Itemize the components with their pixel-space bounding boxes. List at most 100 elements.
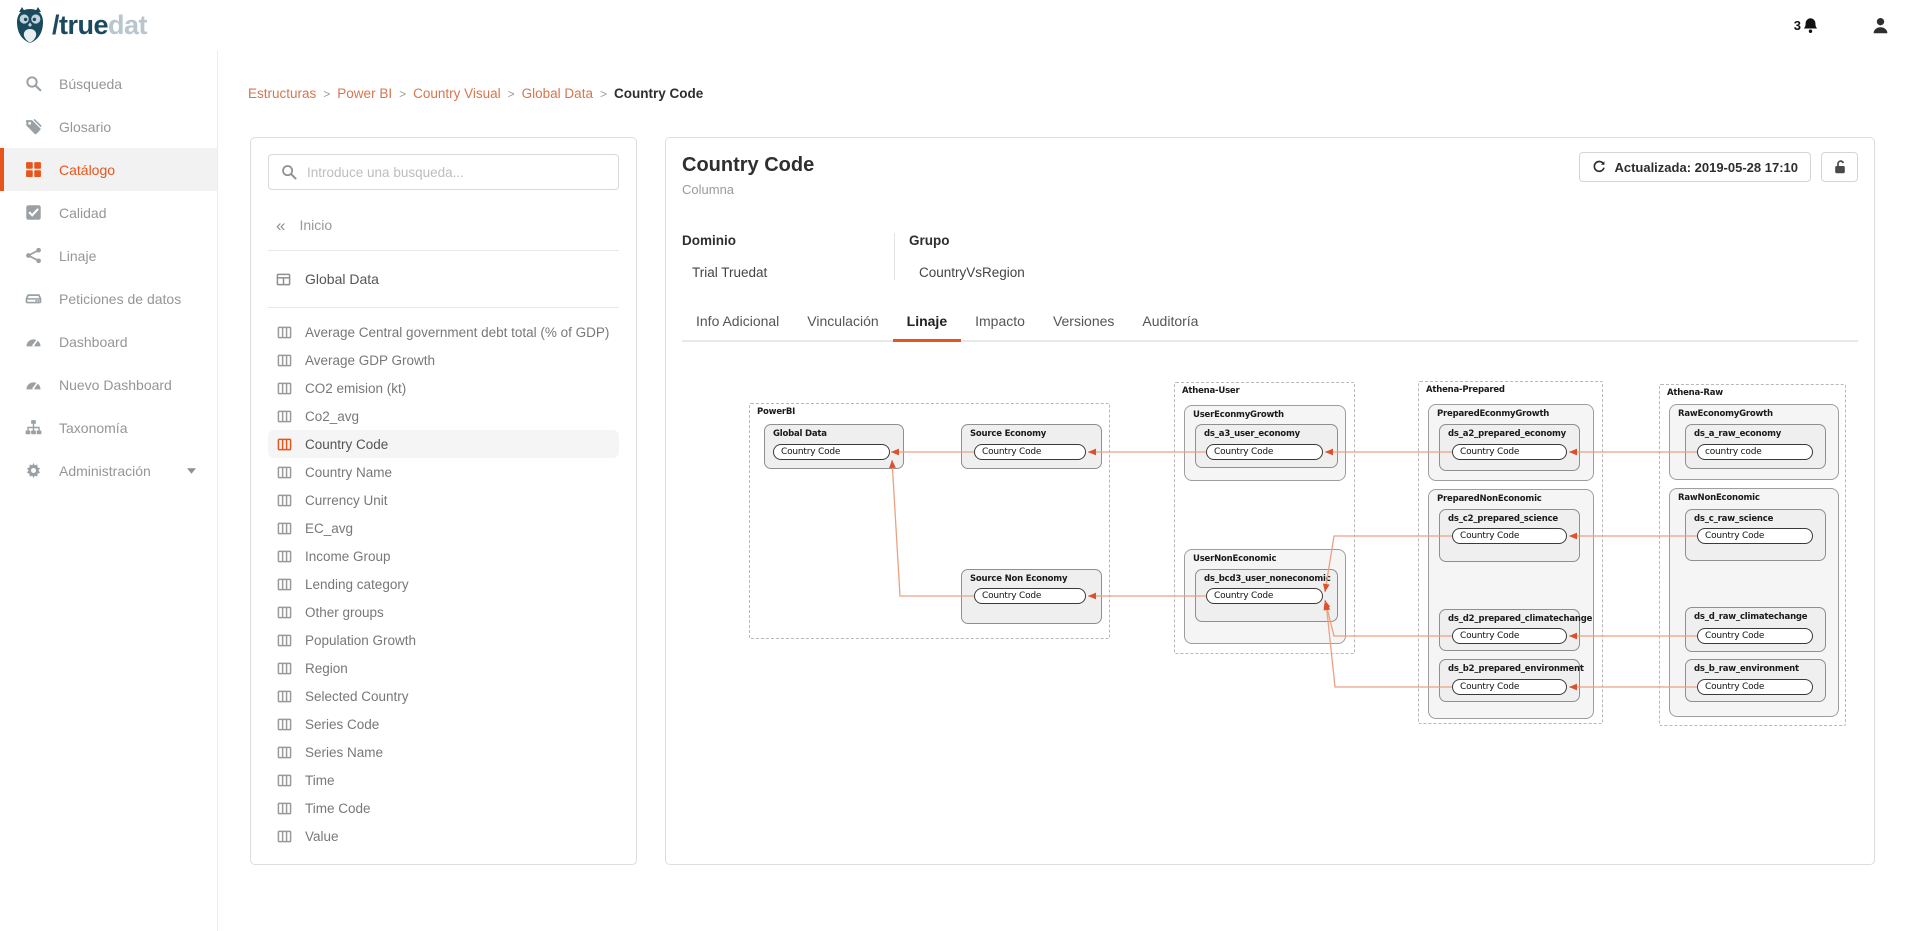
lineage-box-label: ds_c_raw_science [1694, 514, 1773, 524]
updated-refresh-button[interactable]: Actualizada: 2019-05-28 17:10 [1579, 152, 1811, 182]
column-icon [277, 773, 292, 788]
column-item-co2-emision-kt[interactable]: CO2 emision (kt) [268, 374, 619, 402]
tab-info-adicional[interactable]: Info Adicional [682, 304, 793, 342]
search-input[interactable] [307, 165, 606, 180]
share-icon [24, 247, 42, 264]
breadcrumb-link-power-bi[interactable]: Power BI [337, 86, 392, 101]
meta-dominio: Dominio Trial Truedat [682, 233, 894, 280]
tab-linaje[interactable]: Linaje [893, 304, 961, 342]
sidebar-item-taxonomia[interactable]: Taxonomía [0, 406, 217, 449]
updated-label: Actualizada: 2019-05-28 17:10 [1614, 160, 1798, 175]
lineage-field-ds-c-raw-science[interactable]: Country Code [1697, 528, 1813, 544]
gauge-icon [24, 333, 42, 350]
sidebar-item-glosario[interactable]: Glosario [0, 105, 217, 148]
main-sidebar: BúsquedaGlosarioCatálogoCalidad Linaje Pet… [0, 50, 218, 931]
lineage-field-ds-b2-prepared-environment[interactable]: Country Code [1452, 679, 1567, 695]
sidebar-item-calidad[interactable]: Calidad [0, 191, 217, 234]
back-label: Inicio [299, 217, 332, 233]
column-item-lending-category[interactable]: Lending category [268, 570, 619, 598]
column-item-label: Average GDP Growth [305, 353, 435, 368]
tab-versiones[interactable]: Versiones [1039, 304, 1128, 342]
sidebar-item-peticiones-de-datos[interactable]: Peticiones de datos [0, 277, 217, 320]
column-item-label: Population Growth [305, 633, 416, 648]
lineage-field-ds-bcd3-user-noneconomic[interactable]: Country Code [1206, 588, 1323, 604]
lineage-box-label: PowerBI [757, 407, 795, 417]
gear-icon [24, 462, 42, 479]
breadcrumb-separator: > [399, 87, 406, 101]
lineage-field-ds-b-raw-environment[interactable]: Country Code [1697, 679, 1813, 695]
sidebar-item-dashboard[interactable]: Dashboard [0, 320, 217, 363]
explorer-back-inicio[interactable]: « Inicio [268, 210, 619, 240]
lineage-box-label: Athena-User [1182, 386, 1240, 396]
caret-down-icon [186, 465, 197, 476]
column-item-average-central-government-debt-total-of-gdp[interactable]: Average Central government debt total (%… [268, 318, 619, 346]
column-item-ec-avg[interactable]: EC_avg [268, 514, 619, 542]
lineage-box-label: PreparedEconmyGrowth [1437, 409, 1549, 419]
explorer-search-box [268, 154, 619, 190]
column-item-currency-unit[interactable]: Currency Unit [268, 486, 619, 514]
breadcrumb-link-estructuras[interactable]: Estructuras [248, 86, 316, 101]
column-icon [277, 325, 292, 340]
column-item-selected-country[interactable]: Selected Country [268, 682, 619, 710]
column-item-region[interactable]: Region [268, 654, 619, 682]
lineage-field-global-data[interactable]: Country Code [773, 444, 890, 460]
lineage-box-label: Athena-Raw [1667, 388, 1723, 398]
column-item-income-group[interactable]: Income Group [268, 542, 619, 570]
lineage-box-label: Source Economy [970, 429, 1046, 439]
truedat-logo[interactable]: /truedat [12, 6, 147, 44]
sidebar-item-busqueda[interactable]: Búsqueda [0, 62, 217, 105]
column-icon [277, 745, 292, 760]
sidebar-item-administracion[interactable]: Administración [0, 449, 217, 492]
parent-item-label: Global Data [305, 271, 379, 287]
lineage-diagram: PowerBI Athena-User Athena-Prepared Athena-… [749, 381, 1849, 741]
lineage-field-ds-d2-prepared-climatechange[interactable]: Country Code [1452, 628, 1567, 644]
unlock-button[interactable] [1821, 152, 1858, 182]
sidebar-item-nuevo-dashboard[interactable]: Nuevo Dashboard [0, 363, 217, 406]
breadcrumb: Estructuras>Power BI>Country Visual>Glob… [248, 86, 1912, 101]
lineage-field-source-non-economy[interactable]: Country Code [974, 588, 1086, 604]
column-icon [277, 493, 292, 508]
user-icon[interactable] [1871, 16, 1890, 35]
lineage-field-ds-a2-prepared-economy[interactable]: Country Code [1452, 444, 1567, 460]
notifications-button[interactable]: 3 [1794, 17, 1819, 34]
column-item-time[interactable]: Time [268, 766, 619, 794]
sidebar-item-label: Linaje [59, 248, 96, 264]
lineage-box-label: Athena-Prepared [1426, 385, 1505, 395]
column-item-co2-avg[interactable]: Co2_avg [268, 402, 619, 430]
notification-count-badge: 3 [1794, 18, 1801, 33]
column-item-time-code[interactable]: Time Code [268, 794, 619, 822]
column-item-label: Series Name [305, 745, 383, 760]
column-item-value[interactable]: Value [268, 822, 619, 850]
tag-icon [24, 118, 42, 135]
lineage-box-label: ds_bcd3_user_noneconomic [1204, 574, 1331, 584]
lineage-field-ds-a3-user-economy[interactable]: Country Code [1206, 444, 1323, 460]
sidebar-item-catalogo[interactable]: Catálogo [0, 148, 217, 191]
column-item-series-code[interactable]: Series Code [268, 710, 619, 738]
column-item-country-name[interactable]: Country Name [268, 458, 619, 486]
column-item-population-growth[interactable]: Population Growth [268, 626, 619, 654]
lineage-field-source-economy[interactable]: Country Code [974, 444, 1086, 460]
lineage-field-ds-d-raw-climatechange[interactable]: Country Code [1697, 628, 1813, 644]
meta-value: Trial Truedat [682, 265, 894, 280]
tab-impacto[interactable]: Impacto [961, 304, 1039, 342]
column-item-label: Time [305, 773, 335, 788]
column-icon [277, 521, 292, 536]
column-item-average-gdp-growth[interactable]: Average GDP Growth [268, 346, 619, 374]
breadcrumb-link-country-visual[interactable]: Country Visual [413, 86, 501, 101]
explorer-item-global-data[interactable]: Global Data [268, 261, 619, 297]
structure-explorer-panel: « Inicio Global Data Average Centr [250, 137, 637, 865]
server-icon [24, 290, 42, 307]
column-item-series-name[interactable]: Series Name [268, 738, 619, 766]
lineage-field-ds-a-raw-economy[interactable]: country code [1697, 444, 1813, 460]
column-item-country-code[interactable]: Country Code [268, 430, 619, 458]
tab-auditoria[interactable]: Auditoría [1128, 304, 1212, 342]
meta-label: Grupo [909, 233, 1025, 248]
lineage-box-label: ds_a_raw_economy [1694, 429, 1781, 439]
check-square-icon [24, 204, 42, 221]
lineage-field-ds-c2-prepared-science[interactable]: Country Code [1452, 528, 1567, 544]
table-icon [276, 272, 291, 287]
tab-vinculacion[interactable]: Vinculación [793, 304, 892, 342]
breadcrumb-link-global-data[interactable]: Global Data [522, 86, 593, 101]
column-item-other-groups[interactable]: Other groups [268, 598, 619, 626]
sidebar-item-linaje[interactable]: Linaje [0, 234, 217, 277]
